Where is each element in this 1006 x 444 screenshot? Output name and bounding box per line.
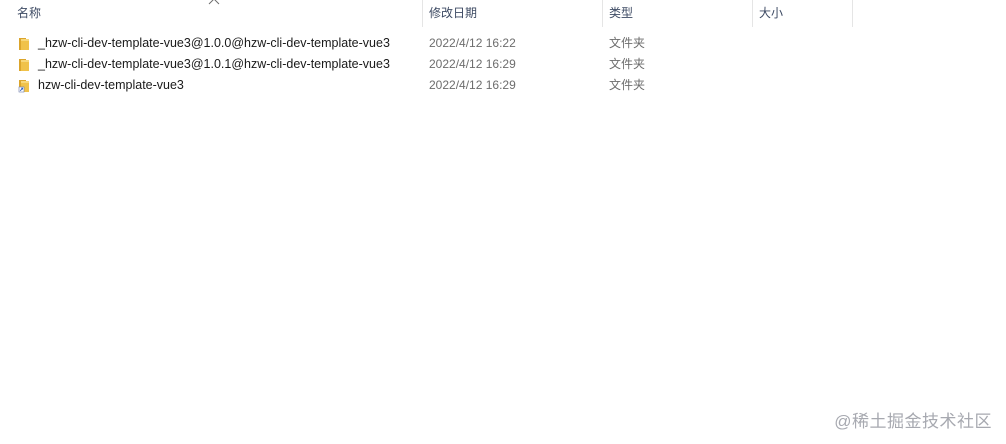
column-header-bar: 名称 修改日期 类型 大小 bbox=[0, 0, 1006, 27]
column-header-type-label: 类型 bbox=[609, 6, 634, 20]
file-name-cell[interactable]: _hzw-cli-dev-template-vue3@1.0.1@hzw-cli… bbox=[0, 54, 423, 75]
file-type: 文件夹 bbox=[609, 78, 646, 92]
column-header-size-label: 大小 bbox=[759, 6, 784, 20]
file-list: _hzw-cli-dev-template-vue3@1.0.0@hzw-cli… bbox=[0, 33, 1006, 96]
file-date: 2022/4/12 16:22 bbox=[429, 36, 516, 50]
file-name-cell[interactable]: _hzw-cli-dev-template-vue3@1.0.0@hzw-cli… bbox=[0, 33, 423, 54]
file-row[interactable]: _hzw-cli-dev-template-vue3@1.0.0@hzw-cli… bbox=[0, 33, 1006, 54]
folder-shortcut-icon bbox=[18, 79, 29, 92]
file-name-cell[interactable]: hzw-cli-dev-template-vue3 bbox=[0, 75, 423, 96]
file-date: 2022/4/12 16:29 bbox=[429, 57, 516, 71]
sort-ascending-icon bbox=[208, 0, 220, 5]
folder-icon bbox=[19, 58, 29, 71]
column-header-date[interactable]: 修改日期 bbox=[423, 0, 603, 27]
file-date: 2022/4/12 16:29 bbox=[429, 78, 516, 92]
file-row[interactable]: _hzw-cli-dev-template-vue3@1.0.1@hzw-cli… bbox=[0, 54, 1006, 75]
column-header-size[interactable]: 大小 bbox=[753, 0, 853, 27]
file-name: _hzw-cli-dev-template-vue3@1.0.0@hzw-cli… bbox=[38, 36, 390, 50]
file-explorer: 名称 修改日期 类型 大小 _hzw-cli-dev-template-vue3… bbox=[0, 0, 1006, 444]
column-header-name[interactable]: 名称 bbox=[0, 0, 423, 27]
watermark: @稀土掘金技术社区 bbox=[834, 412, 992, 431]
file-type: 文件夹 bbox=[609, 36, 646, 50]
file-row[interactable]: hzw-cli-dev-template-vue3 2022/4/12 16:2… bbox=[0, 75, 1006, 96]
column-header-date-label: 修改日期 bbox=[429, 6, 478, 20]
column-divider[interactable] bbox=[852, 0, 853, 27]
file-type: 文件夹 bbox=[609, 57, 646, 71]
column-header-name-label: 名称 bbox=[17, 6, 42, 20]
file-name: _hzw-cli-dev-template-vue3@1.0.1@hzw-cli… bbox=[38, 57, 390, 71]
file-name: hzw-cli-dev-template-vue3 bbox=[38, 78, 184, 92]
folder-icon bbox=[19, 37, 29, 50]
column-header-type[interactable]: 类型 bbox=[603, 0, 753, 27]
